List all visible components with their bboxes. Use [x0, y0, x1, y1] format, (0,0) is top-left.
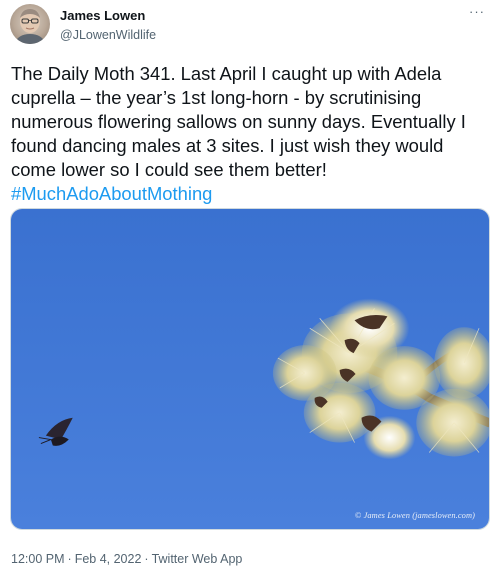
meta-separator: · [144, 552, 149, 566]
tweet-time[interactable]: 12:00 PM [11, 552, 65, 566]
tweet-source[interactable]: Twitter Web App [152, 552, 243, 566]
photo-watermark: © James Lowen (jameslowen.com) [354, 511, 475, 520]
tweet-text: The Daily Moth 341. Last April I caught … [11, 62, 491, 206]
tweet-date[interactable]: Feb 4, 2022 [75, 552, 142, 566]
avatar-image [14, 9, 46, 44]
more-options-button[interactable]: ··· [466, 4, 488, 20]
hashtag-link[interactable]: #MuchAdoAboutMothing [11, 183, 212, 204]
more-icon: ··· [469, 4, 485, 19]
avatar[interactable] [10, 4, 50, 44]
user-handle[interactable]: @JLowenWildlife [60, 27, 156, 43]
tweet-card: James Lowen @JLowenWildlife ··· The Dail… [0, 0, 502, 588]
meta-separator: · [67, 552, 72, 566]
tweet-body: The Daily Moth 341. Last April I caught … [11, 63, 466, 180]
user-info: James Lowen @JLowenWildlife [60, 8, 156, 43]
tweet-photo[interactable]: © James Lowen (jameslowen.com) [10, 208, 490, 530]
moth-photo-image [11, 209, 489, 529]
tweet-metadata: 12:00 PM · Feb 4, 2022 · Twitter Web App [11, 551, 242, 567]
display-name[interactable]: James Lowen [60, 8, 156, 24]
